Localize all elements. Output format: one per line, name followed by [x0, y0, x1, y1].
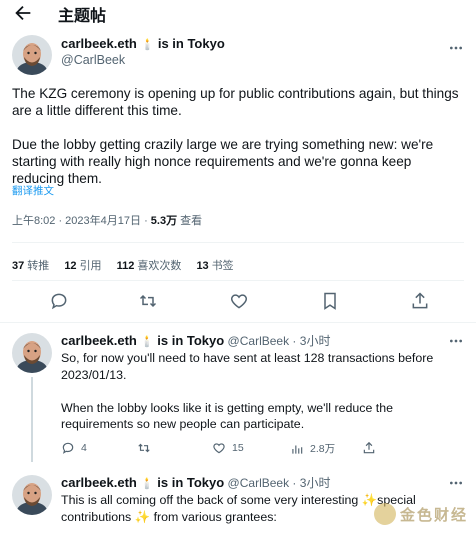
stat-likes[interactable]: 112 喜欢次数 — [117, 260, 182, 272]
action-bar — [0, 289, 476, 315]
share-icon — [363, 441, 375, 454]
divider — [12, 280, 464, 281]
share-button[interactable] — [362, 441, 376, 455]
more-options-icon[interactable] — [448, 475, 464, 491]
retweet-button[interactable] — [137, 441, 157, 455]
translate-link[interactable]: 翻译推文 — [12, 183, 54, 198]
reply-button[interactable]: 4 — [61, 441, 87, 455]
back-arrow-icon[interactable] — [12, 2, 34, 24]
more-options-icon[interactable] — [448, 40, 464, 56]
tweet-body: The KZG ceremony is opening up for publi… — [12, 85, 464, 187]
display-name[interactable]: carlbeek.eth — [61, 333, 137, 348]
reply-body: So, for now you'll need to have sent at … — [61, 350, 466, 433]
handle[interactable]: @CarlBeek — [61, 53, 125, 67]
display-name[interactable]: carlbeek.eth — [61, 36, 137, 51]
views-count: 2.8万 — [310, 443, 336, 455]
engagement-stats: 37 转推 12 引用 112 喜欢次数 13 书签 — [12, 257, 246, 273]
views-icon — [292, 445, 303, 454]
avatar[interactable] — [12, 333, 52, 373]
views-button[interactable]: 2.8万 — [290, 441, 335, 456]
status-text: is in Tokyo — [157, 475, 225, 490]
candle-icon: 🕯️ — [140, 478, 154, 490]
candle-icon: 🕯️ — [140, 336, 154, 348]
retweet-icon[interactable] — [138, 291, 158, 311]
views-count: 5.3万 — [150, 215, 178, 227]
watermark: 金色财经 — [373, 503, 468, 525]
like-icon — [213, 443, 225, 454]
tweet-meta: 上午8:02 · 2023年4月17日 · 5.3万 查看 — [12, 212, 202, 228]
tweet-paragraph: The KZG ceremony is opening up for publi… — [12, 86, 459, 118]
stat-retweets[interactable]: 37 转推 — [12, 260, 49, 272]
watermark-text: 金色财经 — [399, 506, 468, 524]
author-line: carlbeek.eth 🕯️ is in Tokyo — [61, 36, 225, 51]
retweet-icon — [138, 443, 150, 453]
avatar[interactable] — [12, 475, 52, 515]
reply-icon — [62, 442, 74, 454]
timestamp[interactable]: 上午8:02 · 2023年4月17日 · — [12, 215, 151, 227]
reply-paragraph: So, for now you'll need to have sent at … — [61, 351, 434, 382]
display-name[interactable]: carlbeek.eth — [61, 475, 137, 490]
like-button[interactable]: 15 — [212, 441, 244, 455]
page-title: 主题帖 — [58, 8, 107, 25]
like-icon[interactable] — [229, 291, 249, 311]
sparkles-icon: ✨ — [134, 509, 151, 524]
status-text: is in Tokyo — [157, 36, 225, 51]
timestamp[interactable]: 3小时 — [300, 334, 331, 348]
top-bar: 主题帖 — [0, 0, 476, 28]
divider — [12, 242, 464, 243]
reply-count: 4 — [81, 442, 87, 454]
candle-icon: 🕯️ — [140, 39, 155, 51]
status-text: is in Tokyo — [157, 333, 225, 348]
handle[interactable]: @CarlBeek — [228, 334, 290, 348]
watermark-logo-icon — [373, 503, 396, 525]
tweet-paragraph: Due the lobby getting crazily large we a… — [12, 137, 434, 186]
reply-paragraph: When the lobby looks like it is getting … — [61, 400, 394, 432]
divider — [0, 322, 476, 323]
stat-quotes[interactable]: 12 引用 — [64, 260, 101, 272]
author-line: carlbeek.eth 🕯️ is in Tokyo @CarlBeek · … — [61, 475, 331, 490]
author-line: carlbeek.eth 🕯️ is in Tokyo @CarlBeek · … — [61, 333, 331, 348]
timestamp[interactable]: 3小时 — [300, 476, 331, 490]
reply-icon[interactable] — [49, 291, 69, 311]
like-count: 15 — [232, 442, 244, 454]
views-label: 查看 — [177, 215, 203, 227]
stat-bookmarks[interactable]: 13 书签 — [196, 260, 233, 272]
bookmark-icon[interactable] — [320, 291, 340, 311]
more-options-icon[interactable] — [448, 333, 464, 349]
avatar[interactable] — [12, 35, 52, 75]
thread-line — [31, 377, 33, 462]
share-icon[interactable] — [410, 291, 430, 311]
handle[interactable]: @CarlBeek — [228, 476, 290, 490]
